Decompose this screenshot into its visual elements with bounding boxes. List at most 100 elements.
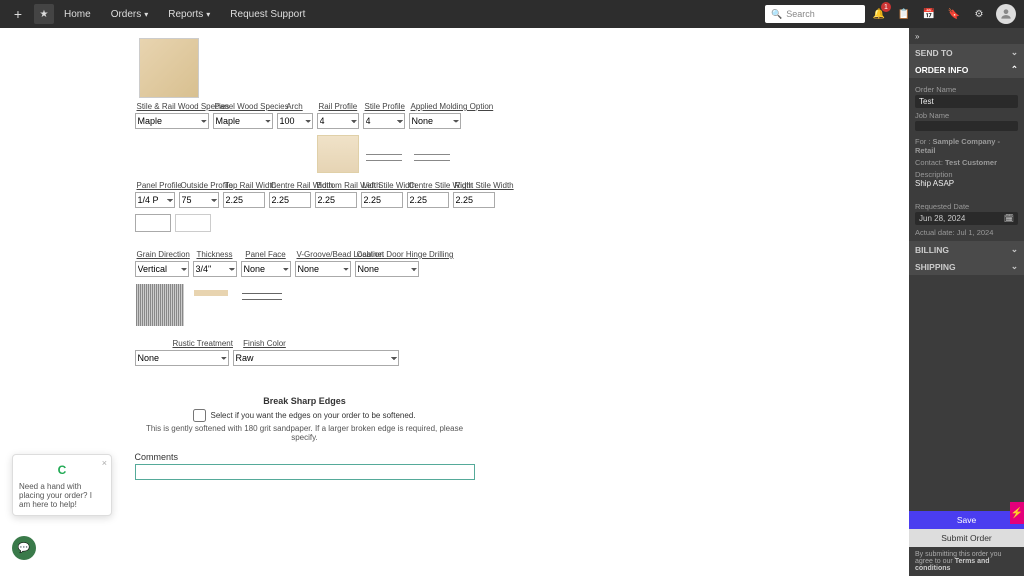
for-label: For : Sample Company - Retail	[915, 137, 1018, 155]
select-rustic[interactable]: None	[135, 350, 229, 366]
notification-badge: 1	[881, 2, 891, 12]
help-popup: × C Need a hand with placing your order?…	[12, 454, 112, 516]
chevron-up-icon: ⌃	[1011, 64, 1018, 75]
bookmark-icon[interactable]: 🔖	[943, 3, 965, 25]
actual-date-value: Jul 1, 2024	[957, 228, 994, 237]
label-outside-profile: Outside Profile	[179, 181, 219, 190]
select-panel-face[interactable]: None	[241, 261, 291, 277]
settings-icon[interactable]: ⚙	[968, 3, 990, 25]
input-left-stile-width[interactable]	[361, 192, 403, 208]
select-stile-profile[interactable]: 4	[363, 113, 405, 129]
topbar: + ★ Home Orders▾ Reports▾ Request Suppor…	[0, 0, 1024, 28]
nav-orders[interactable]: Orders▾	[101, 9, 159, 20]
order-side-panel: » SEND TO⌄ ORDER INFO ⌃ Order Name Test J…	[909, 28, 1024, 576]
select-rail-profile[interactable]: 4	[317, 113, 359, 129]
contact-label: Contact: Test Customer	[915, 158, 1018, 167]
chevron-down-icon: ▾	[144, 10, 148, 19]
label-top-rail: Top Rail Width	[223, 181, 265, 190]
chat-button[interactable]: 💬	[12, 536, 36, 560]
close-icon[interactable]: ×	[102, 458, 107, 468]
quick-action-button[interactable]: ⚡	[1010, 502, 1024, 524]
select-finish-color[interactable]: Raw	[233, 350, 399, 366]
nav-request-support[interactable]: Request Support	[220, 9, 315, 20]
user-avatar[interactable]	[996, 4, 1016, 24]
label-centre-stile: Centre Stile Width	[407, 181, 449, 190]
panel-collapse-button[interactable]: »	[909, 28, 1024, 44]
input-centre-rail-width[interactable]	[269, 192, 311, 208]
notifications-icon[interactable]: 🔔1	[868, 3, 890, 25]
input-centre-stile-width[interactable]	[407, 192, 449, 208]
chevron-down-icon: ⌄	[1011, 47, 1018, 58]
save-button[interactable]: Save	[909, 511, 1024, 529]
select-applied-molding[interactable]: None	[409, 113, 461, 129]
terms-note: By submitting this order you agree to ou…	[909, 547, 1024, 576]
select-outside-profile[interactable]: 75	[179, 192, 219, 208]
label-rail-profile: Rail Profile	[317, 102, 359, 111]
description-label: Description	[915, 170, 1018, 179]
favorite-button[interactable]: ★	[34, 4, 54, 24]
requested-date-label: Requested Date	[915, 202, 1018, 211]
help-text: Need a hand with placing your order? I a…	[19, 482, 105, 509]
select-panel-profile[interactable]: 1/4 P	[135, 192, 175, 208]
select-thickness[interactable]: 3/4"	[193, 261, 237, 277]
label-arch: Arch	[277, 102, 313, 111]
label-stile-rail-species: Stile & Rail Wood Species	[135, 102, 209, 111]
label-bottom-rail: Bottom Rail Width	[315, 181, 357, 190]
select-stile-rail-species[interactable]: Maple	[135, 113, 209, 129]
search-input[interactable]: 🔍 Search	[765, 5, 865, 23]
requested-date-field[interactable]: Jun 28, 2024🗓	[915, 212, 1018, 225]
shipping-label: SHIPPING	[915, 262, 956, 272]
comments-label: Comments	[135, 452, 775, 462]
search-icon: 🔍	[771, 9, 782, 20]
select-arch[interactable]: 100	[277, 113, 313, 129]
new-button[interactable]: +	[8, 4, 28, 24]
comments-input[interactable]	[135, 464, 475, 480]
job-name-label: Job Name	[915, 111, 1018, 120]
label-right-stile: Right Stile Width	[453, 181, 495, 190]
outside-profile-thumb	[175, 214, 211, 232]
input-bottom-rail-width[interactable]	[315, 192, 357, 208]
select-hinge[interactable]: None	[355, 261, 419, 277]
nav-reports[interactable]: Reports▾	[158, 9, 220, 20]
nav-orders-label: Orders	[111, 9, 142, 20]
submit-order-button[interactable]: Submit Order	[909, 529, 1024, 547]
break-sharp-title: Break Sharp Edges	[135, 396, 475, 406]
search-placeholder: Search	[786, 9, 815, 19]
product-preview-image	[139, 38, 199, 98]
label-rustic: Rustic Treatment	[171, 339, 231, 348]
break-sharp-checkbox[interactable]	[193, 409, 206, 422]
section-billing[interactable]: BILLING⌄	[909, 241, 1024, 258]
chevron-down-icon: ▾	[206, 10, 210, 19]
rail-profile-thumb	[317, 135, 359, 173]
calendar-icon: 🗓	[1004, 214, 1014, 223]
nav-home[interactable]: Home	[54, 9, 101, 20]
label-hinge: Cabinet Door Hinge Drilling	[355, 250, 419, 259]
billing-label: BILLING	[915, 245, 949, 255]
help-logo: C	[53, 461, 71, 479]
select-panel-species[interactable]: Maple	[213, 113, 273, 129]
label-grain: Grain Direction	[135, 250, 189, 259]
select-grain[interactable]: Vertical	[135, 261, 189, 277]
label-centre-rail: Centre Rail Width	[269, 181, 311, 190]
chevron-down-icon: ⌄	[1011, 261, 1018, 272]
order-info-body: Order Name Test Job Name For : Sample Co…	[909, 78, 1024, 241]
select-vgroove[interactable]: None	[295, 261, 351, 277]
label-thickness: Thickness	[193, 250, 237, 259]
label-panel-face: Panel Face	[241, 250, 291, 259]
break-sharp-checkbox-label: Select if you want the edges on your ord…	[210, 411, 415, 420]
section-shipping[interactable]: SHIPPING ⌄	[909, 258, 1024, 275]
order-name-field[interactable]: Test	[915, 95, 1018, 108]
grain-thumb	[135, 283, 185, 327]
clipboard-icon[interactable]: 📋	[893, 3, 915, 25]
thickness-thumb	[189, 283, 233, 303]
contact-value: Test Customer	[945, 158, 997, 167]
input-top-rail-width[interactable]	[223, 192, 265, 208]
job-name-field[interactable]	[915, 121, 1018, 131]
label-panel-profile: Panel Profile	[135, 181, 175, 190]
section-order-info[interactable]: ORDER INFO ⌃	[909, 61, 1024, 78]
calendar-icon[interactable]: 📅	[918, 3, 940, 25]
main-form: Stile & Rail Wood Species Panel Wood Spe…	[0, 28, 909, 576]
input-right-stile-width[interactable]	[453, 192, 495, 208]
section-send-to[interactable]: SEND TO⌄	[909, 44, 1024, 61]
order-info-label: ORDER INFO	[915, 65, 968, 75]
